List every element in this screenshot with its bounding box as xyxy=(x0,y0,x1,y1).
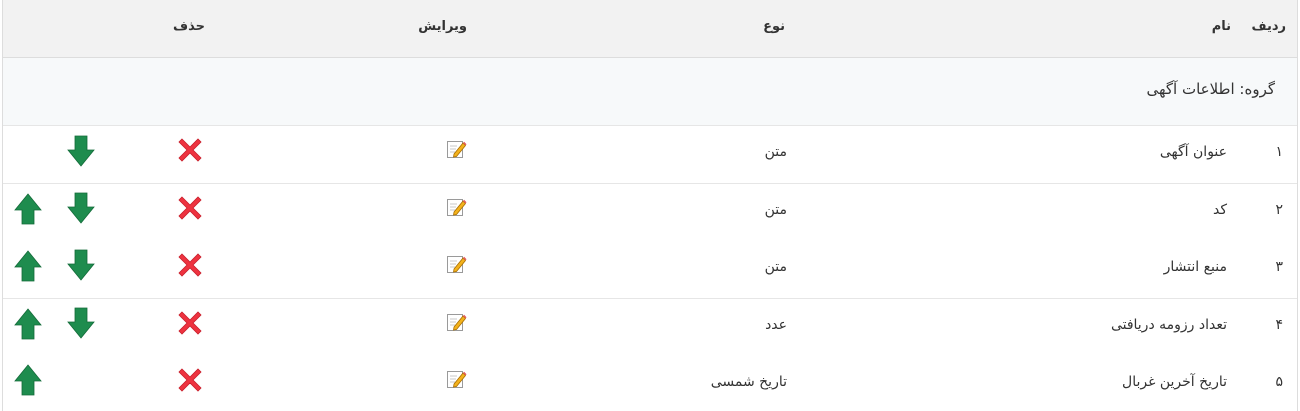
arrow-down-icon[interactable] xyxy=(66,248,96,282)
header-edit: ویرایش xyxy=(418,19,467,34)
table-header: ردیف نام نوع ویرایش حذف xyxy=(3,0,1297,58)
arrow-up-icon[interactable] xyxy=(13,307,43,341)
close-x-icon[interactable] xyxy=(176,366,204,394)
close-x-icon[interactable] xyxy=(176,194,204,222)
field-type: متن xyxy=(764,144,787,160)
pencil-edit-icon[interactable] xyxy=(445,138,467,160)
field-type: متن xyxy=(764,202,787,218)
group-row: گروه: اطلاعات آگهی xyxy=(3,58,1297,126)
field-name: کد xyxy=(1212,202,1227,218)
row-index: ۱ xyxy=(1275,144,1283,160)
field-type: عدد xyxy=(765,317,787,333)
table-row: ۴ تعداد رزومه دریافتی عدد xyxy=(3,299,1297,357)
pencil-edit-icon[interactable] xyxy=(445,311,467,333)
row-index: ۲ xyxy=(1275,202,1283,218)
table-row: ۱ عنوان آگهی متن xyxy=(3,126,1297,184)
field-name: تاریخ آخرین غربال xyxy=(1122,374,1227,390)
table-row: ۵ تاریخ آخرین غربال تاریخ شمسی xyxy=(3,356,1297,411)
table-row: ۲ کد متن xyxy=(3,184,1297,242)
header-type: نوع xyxy=(763,19,785,34)
pencil-edit-icon[interactable] xyxy=(445,196,467,218)
fields-table: ردیف نام نوع ویرایش حذف گروه: اطلاعات آگ… xyxy=(2,0,1298,411)
row-index: ۵ xyxy=(1275,374,1283,390)
field-name: تعداد رزومه دریافتی xyxy=(1110,317,1227,333)
row-index: ۴ xyxy=(1275,317,1283,333)
row-index: ۳ xyxy=(1275,259,1283,275)
close-x-icon[interactable] xyxy=(176,309,204,337)
arrow-up-icon[interactable] xyxy=(13,192,43,226)
pencil-edit-icon[interactable] xyxy=(445,253,467,275)
arrow-down-icon[interactable] xyxy=(66,191,96,225)
header-row-number: ردیف xyxy=(1251,19,1286,34)
pencil-edit-icon[interactable] xyxy=(445,368,467,390)
close-x-icon[interactable] xyxy=(176,251,204,279)
header-delete: حذف xyxy=(173,19,205,34)
field-name: عنوان آگهی xyxy=(1159,144,1227,160)
arrow-down-icon[interactable] xyxy=(66,134,96,168)
arrow-up-icon[interactable] xyxy=(13,249,43,283)
field-type: تاریخ شمسی xyxy=(710,374,787,390)
group-label: گروه: اطلاعات آگهی xyxy=(1146,80,1275,98)
table-row: ۳ منبع انتشار متن xyxy=(3,241,1297,299)
field-type: متن xyxy=(764,259,787,275)
arrow-up-icon[interactable] xyxy=(13,363,43,397)
header-name: نام xyxy=(1211,19,1231,34)
close-x-icon[interactable] xyxy=(176,136,204,164)
arrow-down-icon[interactable] xyxy=(66,306,96,340)
field-name: منبع انتشار xyxy=(1163,259,1227,275)
